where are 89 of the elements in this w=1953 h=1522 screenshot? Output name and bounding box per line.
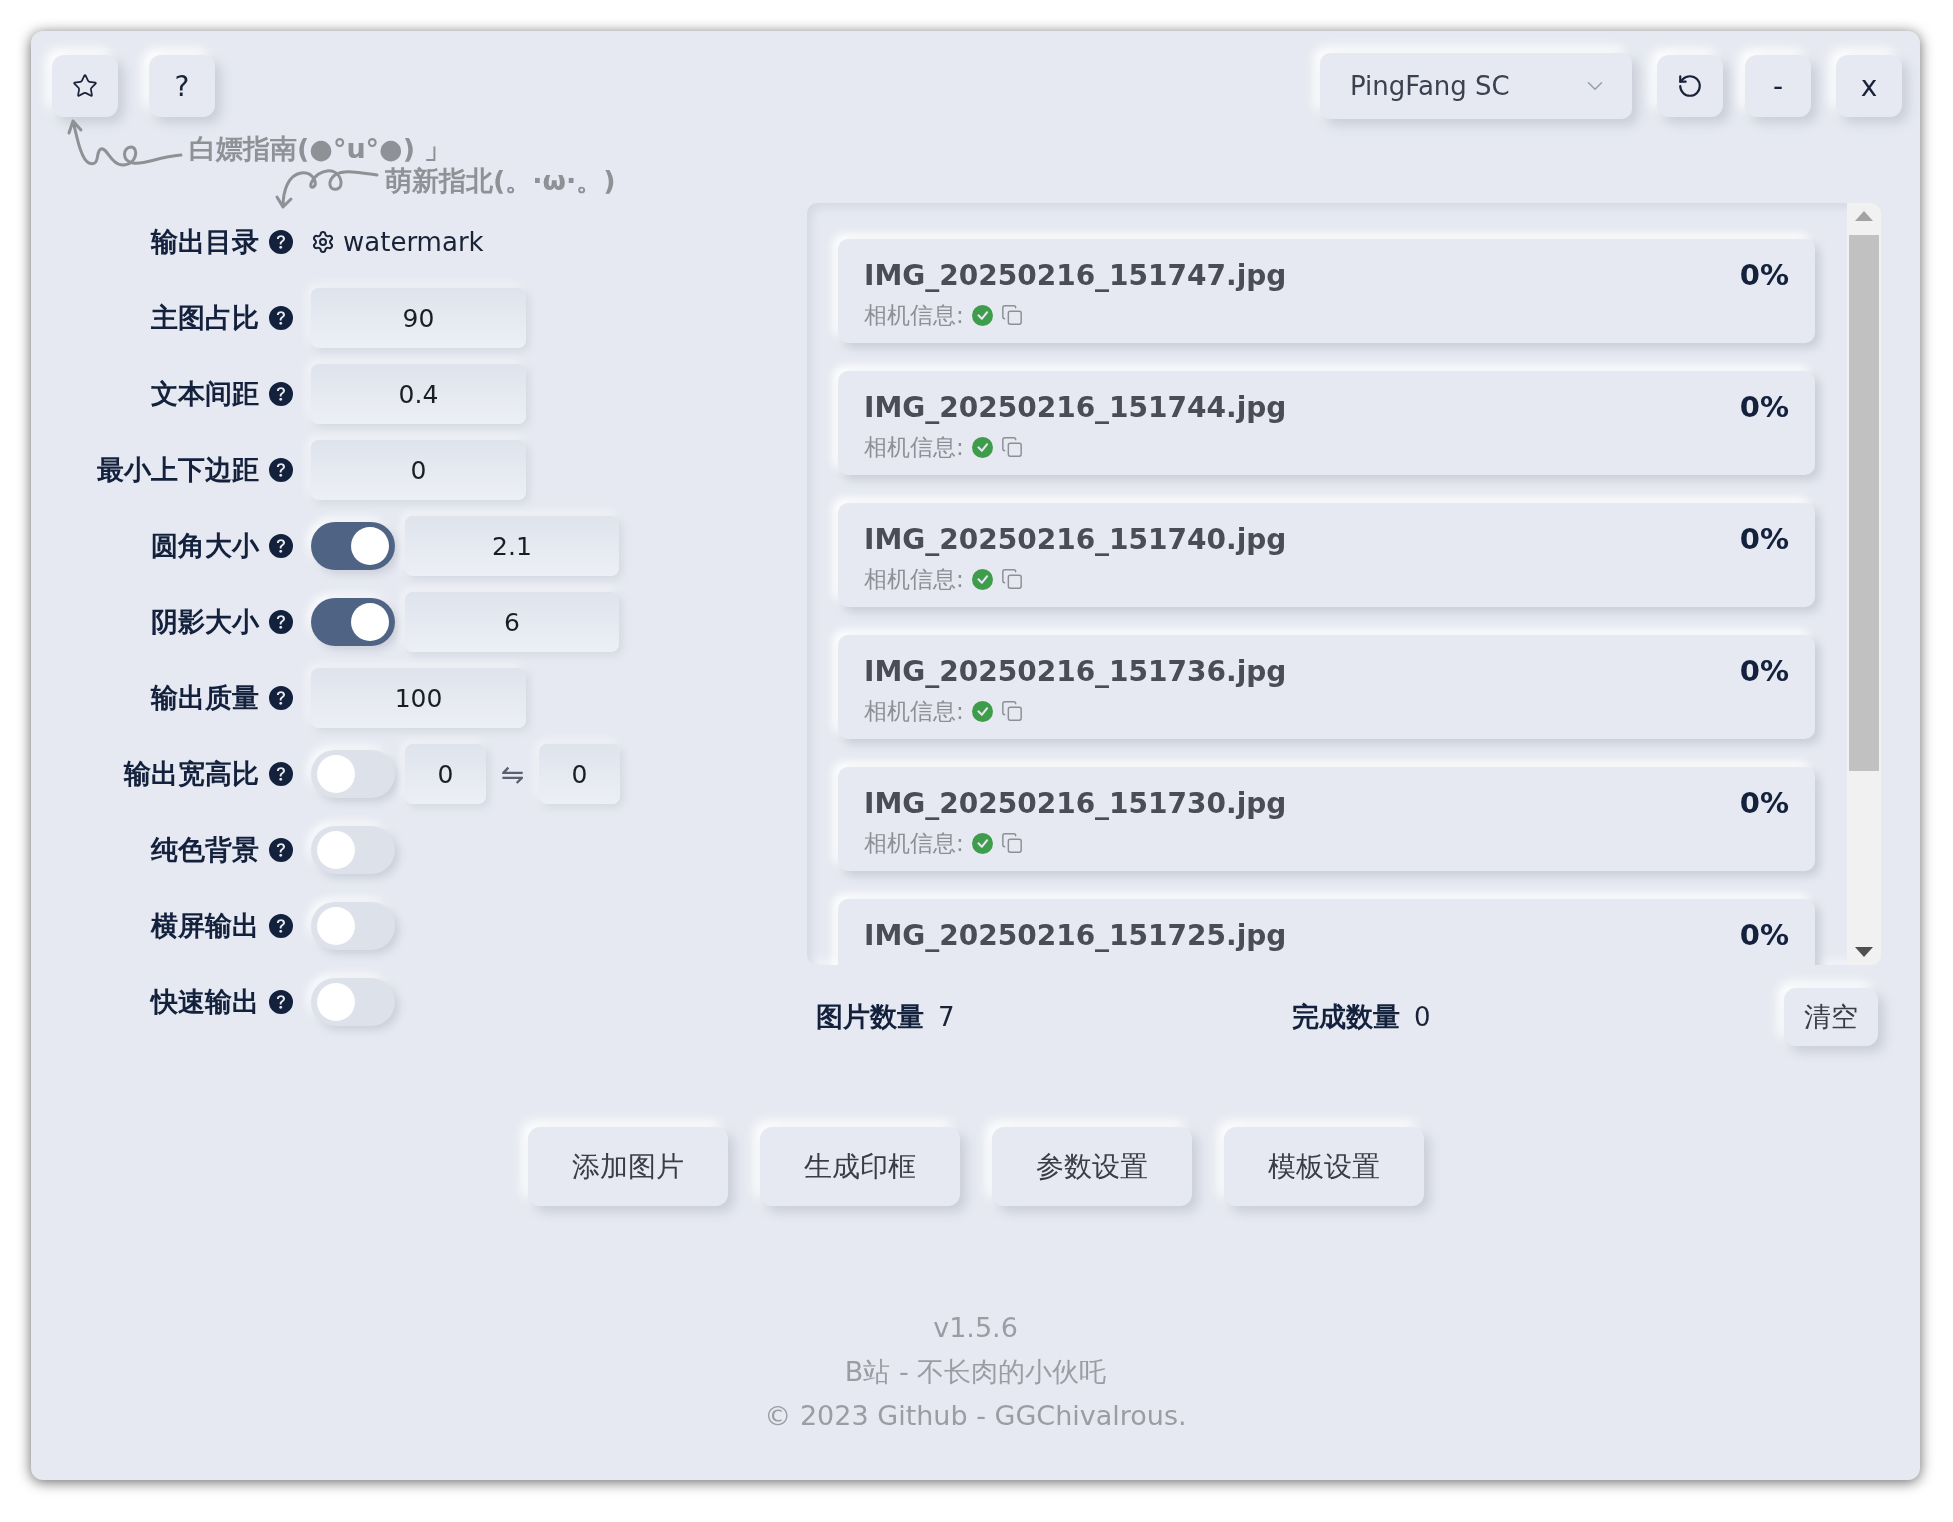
setting-label: 输出宽高比 [122,757,259,791]
camera-info-label: 相机信息: [864,300,964,330]
action-button[interactable]: 模板设置 [1223,1127,1424,1206]
footer-text: v1.5.6 [933,1311,1018,1345]
copy-icon[interactable] [1000,436,1023,458]
scrollbar-thumb[interactable] [1849,235,1879,771]
setting-label: 阴影大小 [150,605,259,639]
help-icon[interactable] [269,610,293,634]
progress-text: 0% [1739,390,1789,424]
toggle-switch[interactable] [311,750,395,798]
file-name: IMG_20250216_151747.jpg [864,258,1287,292]
toggle-switch[interactable] [311,902,395,950]
file-card[interactable]: IMG_20250216_151725.jpg 0% [838,899,1815,965]
file-name: IMG_20250216_151740.jpg [864,522,1287,556]
setting-label: 快速输出 [149,985,259,1019]
file-card[interactable]: IMG_20250216_151747.jpg 0% 相机信息: [838,239,1815,343]
progress-text: 0% [1739,654,1789,688]
font-select[interactable]: PingFang SC [1320,53,1632,119]
help-icon[interactable] [269,534,293,558]
action-button[interactable]: 参数设置 [991,1127,1192,1206]
progress-text: 0% [1739,918,1789,952]
number-field[interactable]: 0.4 [311,364,526,424]
file-name: IMG_20250216_151725.jpg [864,918,1287,952]
setting-label: 最小上下边距 [96,453,259,487]
copy-icon[interactable] [1000,700,1023,722]
scroll-down-icon[interactable] [1855,947,1873,957]
number-field[interactable]: 90 [311,288,526,348]
file-card[interactable]: IMG_20250216_151730.jpg 0% 相机信息: [838,767,1815,871]
close-button[interactable]: x [1836,55,1902,117]
toggle-switch[interactable] [311,826,395,874]
help-icon[interactable] [269,914,293,938]
setting-label: 输出质量 [149,681,259,715]
copy-icon[interactable] [1000,304,1023,326]
help-icon[interactable] [269,306,293,330]
file-card[interactable]: IMG_20250216_151744.jpg 0% 相机信息: [838,371,1815,475]
directory-link[interactable]: watermark [343,227,484,257]
setting-label: 文本间距 [150,377,259,411]
stat-value: 7 [938,1002,955,1032]
file-card[interactable]: IMG_20250216_151736.jpg 0% 相机信息: [838,635,1815,739]
setting-label: 纯色背景 [149,833,259,867]
file-name: IMG_20250216_151730.jpg [864,786,1287,820]
toggle-switch[interactable] [311,598,395,646]
number-field[interactable]: 6 [405,592,619,652]
setting-label: 圆角大小 [150,529,259,563]
copy-icon[interactable] [1000,568,1023,590]
file-name: IMG_20250216_151744.jpg [864,390,1287,424]
help-icon[interactable] [269,230,293,254]
swap-button[interactable]: ⇋ [486,757,539,791]
action-button[interactable]: 生成印框 [759,1127,960,1206]
number-field[interactable]: 2.1 [405,516,619,576]
camera-info-label: 相机信息: [864,564,964,594]
settings-icon[interactable] [311,230,335,254]
reset-icon [1677,73,1703,99]
toggle-switch[interactable] [311,978,395,1026]
toggle-switch[interactable] [311,522,395,570]
reset-button[interactable] [1657,55,1723,117]
app-window: ? PingFang SC - x 白嫖指南(●°u°●) 」 萌新指北(。·ω·。) 输出目录 watermark 主图占比 90 文本间距 0.4 最小上下边距 0 圆角大小 2.1 阴影大小 6 输出质量 100 输出宽高比 0 ⇋ 0 纯色背景 横屏输出 快速输出 IMG_20250216_151747.jpg 0% 相机信息: IMG_20250216_151744.jpg 0% 相机信息: IMG_20250216_151740.jpg 0% 相机信息: IMG_20250216_151736.jpg 0% 相机信息: IMG_20250216_151730.jpg 0% 相机信息: IMG_20250216_151725.jpg 0% 图片数量 7 完成数量 0 清空 添加图片 生成印框 参数设置 模板设置 v1.5.6 B站 - 不长肉的小伙吒 © 2023 Github - GGChivalrous. [31,31,1920,1480]
number-field[interactable]: 0 [311,440,526,500]
minimize-button[interactable]: - [1745,55,1811,117]
setting-label: 主图占比 [150,301,259,335]
help-icon[interactable] [269,458,293,482]
setting-label: 输出目录 [149,225,259,259]
file-card[interactable]: IMG_20250216_151740.jpg 0% 相机信息: [838,503,1815,607]
favorite-button[interactable] [52,55,118,117]
footer-text: B站 - 不长肉的小伙吒 [844,1355,1107,1389]
width-field[interactable]: 0 [405,744,486,804]
camera-info-label: 相机信息: [864,828,964,858]
help-button[interactable]: ? [149,55,215,117]
help-icon[interactable] [269,382,293,406]
progress-text: 0% [1739,258,1789,292]
action-button[interactable]: 添加图片 [527,1127,728,1206]
camera-info-label: 相机信息: [864,696,964,726]
star-icon [72,73,98,99]
stat-value: 0 [1414,1002,1431,1032]
stat-label: 图片数量 [816,1000,924,1034]
progress-text: 0% [1739,522,1789,556]
help-icon[interactable] [269,762,293,786]
camera-info-label: 相机信息: [864,432,964,462]
file-name: IMG_20250216_151736.jpg [864,654,1287,688]
stat-label: 完成数量 [1292,1000,1400,1034]
number-field[interactable]: 100 [311,668,526,728]
copy-icon[interactable] [1000,832,1023,854]
height-field[interactable]: 0 [539,744,620,804]
help-icon[interactable] [269,686,293,710]
help-icon[interactable] [269,838,293,862]
help-icon[interactable] [269,990,293,1014]
clear-button[interactable]: 清空 [1784,988,1878,1046]
setting-label: 横屏输出 [149,909,259,943]
progress-text: 0% [1739,786,1789,820]
